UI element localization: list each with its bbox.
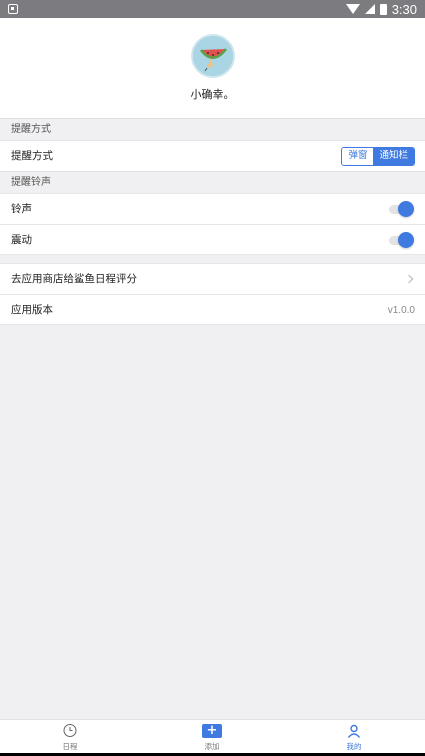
toggle-knob <box>398 232 414 248</box>
user-icon <box>347 724 361 738</box>
section-header-reminder: 提醒方式 <box>0 118 425 140</box>
vibrate-label: 震动 <box>11 234 32 246</box>
app-version-value: v1.0.0 <box>387 305 415 316</box>
vibrate-toggle[interactable] <box>389 232 414 248</box>
tab-mine[interactable]: 我的 <box>324 720 384 754</box>
section-header-ringtone: 提醒铃声 <box>0 171 425 193</box>
tab-mine-label: 我的 <box>346 742 362 751</box>
rate-app-row[interactable]: 去应用商店给鲨鱼日程评分 <box>0 263 425 294</box>
status-bar: 3:30 <box>0 0 425 18</box>
ringtone-row: 铃声 <box>0 193 425 224</box>
tab-schedule-label: 日程 <box>62 742 78 751</box>
app-version-row: 应用版本 v1.0.0 <box>0 294 425 325</box>
battery-icon <box>379 3 387 15</box>
avatar[interactable] <box>191 34 235 78</box>
signal-icon <box>364 4 375 14</box>
tab-bar: 日程 + 添加 我的 <box>0 719 425 753</box>
chevron-right-icon <box>404 274 414 284</box>
username: 小确幸。 <box>190 88 235 101</box>
option-notification-bar[interactable]: 通知栏 <box>373 148 414 165</box>
reminder-method-row: 提醒方式 弹窗 通知栏 <box>0 140 425 171</box>
plus-icon: + <box>202 724 222 738</box>
notification-icon <box>8 4 18 14</box>
status-time: 3:30 <box>391 1 417 17</box>
status-icons: 3:30 <box>345 1 417 17</box>
tab-add[interactable]: + 添加 <box>182 720 242 754</box>
tab-add-label: 添加 <box>204 742 220 751</box>
reminder-method-segmented-control[interactable]: 弹窗 通知栏 <box>341 147 415 166</box>
ringtone-label: 铃声 <box>11 203 32 215</box>
option-popup[interactable]: 弹窗 <box>342 148 374 165</box>
rate-app-label: 去应用商店给鲨鱼日程评分 <box>11 273 137 285</box>
toggle-knob <box>398 201 414 217</box>
wifi-icon <box>345 4 360 14</box>
watermelon-avatar-icon <box>193 36 233 76</box>
profile-header: 小确幸。 <box>0 18 425 118</box>
app-version-label: 应用版本 <box>11 304 53 316</box>
clock-icon <box>63 724 77 737</box>
reminder-method-label: 提醒方式 <box>11 150 53 162</box>
vibrate-row: 震动 <box>0 224 425 255</box>
ringtone-toggle[interactable] <box>389 201 414 217</box>
tab-schedule[interactable]: 日程 <box>40 720 100 754</box>
